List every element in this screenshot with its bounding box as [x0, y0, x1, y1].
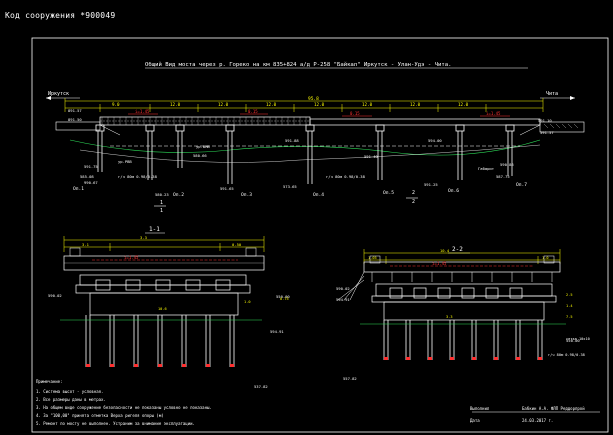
legend-item-1: 1. Система высот - условная. [36, 389, 103, 394]
drawing-title: Общий Вид моста через р. Гореко на км 83… [145, 61, 451, 68]
support-label-7: Оп.7 [516, 182, 527, 188]
legend-item-3: 3. На общем виде сооружение безопасности… [36, 405, 212, 410]
legend-item-2: 2. Все размеры даны в метрах. [36, 397, 106, 402]
section-2-dim-6: 3.3 [446, 315, 453, 319]
section-1-slope: i=1.45 [124, 255, 139, 260]
section-1-mark-4: 537.82 [254, 384, 268, 389]
section-2-piles [383, 320, 543, 360]
note-gabarit: Габарит [478, 166, 494, 171]
section-2-title: 2-2 [452, 246, 463, 253]
section-2-dim-1: 10.4 [440, 248, 450, 253]
mark-13: 590.86 [500, 162, 514, 167]
section-2-dim-4: 2.5 [566, 293, 573, 297]
legend-item-5: 5. Ремонт по мосту не выполнен. Устраним… [36, 421, 195, 426]
section-1-dim-5: 10.6 [158, 307, 167, 311]
mark-3: 591.75 [84, 164, 98, 169]
section-1-dim-2: 3.1 [82, 242, 90, 247]
section-1-dim-1: 3.3 [140, 235, 147, 240]
span-length-7: 12.0 [410, 102, 421, 107]
mark-5: 580.23 [155, 192, 169, 197]
direction-right: Чита [546, 91, 558, 97]
mark-2: 891.50 [68, 117, 82, 122]
note-vmv: ур.ВМВ [196, 144, 210, 149]
span-length-2: 12.0 [170, 102, 181, 107]
span-length-1: 9.0 [112, 102, 120, 107]
section-2-slope: i=1.45 [432, 261, 447, 266]
section-1-dim-3: 0.50 [232, 242, 242, 247]
mark-4: 990.67 [84, 180, 98, 185]
mark-7: 591.65 [220, 186, 234, 191]
section-2-note-2: г/ч 80м 0.98/0.38 [548, 353, 585, 357]
slope-label-4: i=1.45 [486, 111, 501, 116]
mark-8: 591.88 [285, 138, 299, 143]
cut-marker-2b: 2 [412, 199, 415, 205]
section-1-mark-1: 590.02 [48, 293, 62, 298]
section-2-mark-2: 594.91 [336, 297, 350, 302]
section-2-note-1: сетка 10х10 [566, 337, 590, 341]
section-2-mark-4: 557.82 [343, 376, 357, 381]
mark-11: 594.00 [428, 138, 442, 143]
span-length-5: 12.0 [314, 102, 325, 107]
support-label-2: Оп.2 [173, 192, 184, 198]
mark-9: 573.65 [283, 184, 297, 189]
slope-label-1: i=1.45 [135, 109, 150, 114]
span-length-8: 12.0 [458, 102, 469, 107]
slope-markers: i=1.45 0.15 0.15 i=1.45 [128, 109, 510, 117]
legend-item-4: 4. За "100,00" принята отметка Верха риг… [36, 413, 164, 418]
span-length-6: 12.0 [362, 102, 373, 107]
bridge-drawing: Общий Вид моста через р. Гореко на км 83… [31, 37, 609, 433]
note-soil-2: г/ч 80м 0.98/0.38 [326, 174, 366, 179]
mark-1: 891.57 [68, 108, 82, 113]
mark-10: 591.40 [364, 154, 378, 159]
section-2-dim-2: 1.05 [368, 256, 377, 260]
section-2-dim-7: 7.5 [566, 315, 573, 319]
cut-marker-2a: 2 [412, 190, 415, 196]
cut-marker-1b: 1 [160, 208, 163, 214]
section-1-piles [85, 315, 235, 367]
stamp-date-label: Дата [470, 418, 480, 423]
stamp-author-label: Выполнил [470, 406, 490, 411]
section-1-dim-6: 1.0 [244, 300, 251, 304]
support-label-4: Оп.4 [313, 192, 324, 198]
direction-right-arrowhead [570, 96, 575, 100]
ground-line [69, 139, 541, 156]
mark-6: 580.66 [193, 153, 207, 158]
support-label-3: Оп.3 [241, 192, 252, 198]
support-label-5: Оп.5 [383, 190, 394, 196]
section-1-title: 1-1 [149, 226, 160, 233]
bridge-deck [55, 116, 585, 136]
section-1-deck [63, 247, 265, 271]
section-2-pile-tips [384, 357, 542, 360]
drawing-frame [31, 37, 609, 433]
section-1-pile-tips [86, 364, 234, 367]
support-label-1: Оп.1 [73, 186, 84, 192]
section-1-dim-4: 0.75 [280, 297, 289, 301]
cut-marker-1a: 1 [160, 200, 163, 206]
support-label-6: Оп.6 [448, 188, 459, 194]
mark-14: 587.75 [496, 174, 510, 179]
section-2-deck [363, 255, 561, 273]
stamp-date-value: 24.03.2017 г. [522, 418, 553, 423]
support-piles [95, 124, 515, 184]
slope-label-3: 0.15 [350, 111, 360, 116]
section-2-cap [371, 283, 557, 321]
note-soil-1: г/ч 80м 0.98/0.38 [118, 174, 158, 179]
direction-left: Иркутск [48, 91, 69, 97]
slope-label-2: 0.15 [248, 109, 258, 114]
span-length-3: 12.0 [218, 102, 229, 107]
section-2-dim-3: 1.0 [542, 256, 549, 260]
mark-15: 591.10 [538, 118, 552, 123]
mark-17: 591.57 [540, 130, 554, 135]
section-1-mark-2: 594.91 [270, 329, 284, 334]
legend-heading: Примечание: [36, 379, 63, 384]
section-2-dim-5: 1.4 [566, 304, 573, 308]
mark-12: 591.25 [424, 182, 438, 187]
section-2-mark-1: 590.02 [336, 286, 350, 291]
stamp-author-name: Бабкин А.А. ФЛП Реддорпрой [522, 406, 585, 411]
note-rvv: ур.РВВ [118, 159, 132, 164]
mark-16: 585.08 [80, 174, 94, 179]
span-length-4: 12.0 [266, 102, 277, 107]
